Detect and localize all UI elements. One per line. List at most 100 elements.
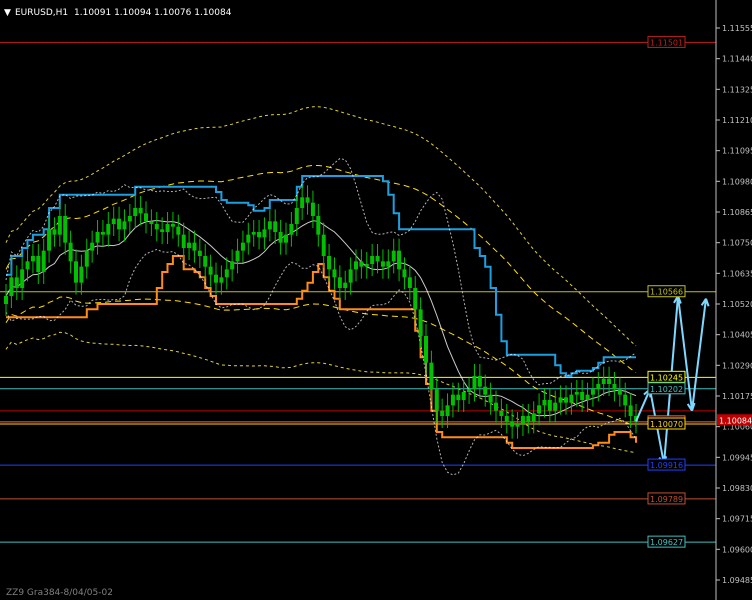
- candle-body: [144, 213, 148, 222]
- candle-body: [262, 229, 267, 238]
- candle-body: [284, 234, 288, 243]
- candle-body: [41, 250, 46, 272]
- candle-body: [450, 394, 455, 406]
- candle-body: [278, 232, 283, 243]
- candle-body: [370, 256, 375, 264]
- candle-body: [219, 277, 224, 283]
- level-label-text: 1.10070: [650, 420, 683, 429]
- candle-body: [375, 256, 380, 262]
- candle-body: [354, 261, 358, 270]
- candle-body: [300, 197, 305, 208]
- current-price-marker: 1.10084: [717, 414, 752, 426]
- candle-body: [424, 336, 428, 363]
- candle-body: [467, 389, 472, 392]
- candle-body: [246, 234, 251, 243]
- candle-body: [170, 224, 175, 227]
- candle-body: [176, 226, 181, 235]
- candle-body: [332, 269, 337, 278]
- candle-body: [407, 277, 412, 288]
- candle-body: [434, 389, 439, 411]
- level-label-text: 1.09789: [650, 495, 683, 504]
- candle-body: [537, 405, 542, 414]
- candle-body: [553, 402, 558, 411]
- candle-body: [391, 250, 396, 262]
- candle-body: [564, 397, 568, 403]
- candle-body: [499, 410, 504, 416]
- candle-body: [483, 386, 488, 395]
- candle-body: [402, 269, 407, 278]
- candle-body: [461, 392, 466, 400]
- candle-body: [117, 218, 122, 230]
- y-tick-label: 1.10405: [722, 331, 752, 340]
- y-tick-label: 1.10290: [722, 361, 752, 370]
- y-tick-label: 1.11555: [722, 24, 752, 33]
- candle-body: [257, 232, 262, 238]
- candle-body: [9, 277, 14, 296]
- candle-body: [612, 384, 617, 390]
- candle-body: [74, 261, 78, 283]
- candle-body: [596, 384, 601, 390]
- candle-body: [84, 250, 89, 267]
- price-chart[interactable]: 1.115011.105661.102451.102021.100781.100…: [0, 0, 752, 600]
- y-tick-label: 1.10750: [722, 239, 752, 248]
- candle-body: [456, 394, 461, 400]
- level-label-text: 1.10566: [650, 288, 683, 297]
- symbol-dropdown-icon[interactable]: ▼: [4, 8, 11, 18]
- candle-body: [359, 261, 364, 267]
- candle-body: [623, 394, 628, 406]
- candle-body: [386, 261, 391, 267]
- candle-body: [203, 256, 208, 267]
- candle-body: [273, 221, 278, 232]
- candle-body: [165, 224, 170, 232]
- indicator-label: ZZ9 Gra384-8/04/05-02: [6, 588, 113, 598]
- candle-body: [192, 242, 197, 251]
- candle-body: [305, 197, 310, 203]
- candle-body: [294, 208, 299, 224]
- y-tick-label: 1.10865: [722, 208, 752, 217]
- candle-body: [337, 277, 342, 288]
- candle-body: [267, 221, 272, 230]
- y-tick-label: 1.11325: [722, 85, 752, 94]
- candle-body: [364, 264, 369, 267]
- candle-body: [531, 413, 536, 422]
- y-tick-label: 1.09830: [722, 484, 752, 493]
- candle-body: [585, 394, 590, 400]
- y-tick-label: 1.11440: [722, 55, 752, 64]
- candle-body: [4, 296, 8, 304]
- candle-body: [590, 389, 595, 395]
- current-price-text: 1.10084: [719, 416, 752, 425]
- candle-body: [617, 389, 622, 395]
- candle-body: [230, 261, 235, 270]
- y-tick-label: 1.10635: [722, 269, 752, 278]
- y-tick-label: 1.09485: [722, 576, 752, 585]
- candle-body: [208, 266, 213, 275]
- y-tick-label: 1.09715: [722, 515, 752, 524]
- level-label-text: 1.09916: [650, 461, 683, 470]
- candle-body: [397, 250, 402, 270]
- candle-body: [547, 400, 552, 411]
- candle-body: [413, 288, 418, 310]
- candle-body: [289, 224, 294, 235]
- symbol-timeframe-label: EURUSD,H1: [15, 8, 68, 18]
- candle-body: [187, 242, 192, 248]
- candle-body: [127, 216, 132, 222]
- candle-body: [628, 405, 633, 416]
- candle-body: [149, 221, 154, 224]
- candle-body: [154, 224, 159, 230]
- candle-body: [343, 282, 348, 288]
- candle-body: [52, 229, 57, 235]
- candle-body: [100, 232, 105, 235]
- candle-body: [515, 424, 520, 427]
- y-tick-label: 1.10980: [722, 177, 752, 186]
- candle-body: [488, 394, 493, 403]
- candle-body: [348, 269, 353, 283]
- candle-body: [240, 242, 245, 251]
- candle-body: [327, 256, 332, 270]
- candle-body: [569, 394, 574, 403]
- level-label-text: 1.11501: [650, 38, 683, 47]
- candle-body: [122, 221, 127, 230]
- candle-body: [472, 376, 477, 390]
- level-label-text: 1.09627: [650, 538, 683, 547]
- candle-body: [418, 309, 423, 336]
- candle-body: [133, 208, 138, 216]
